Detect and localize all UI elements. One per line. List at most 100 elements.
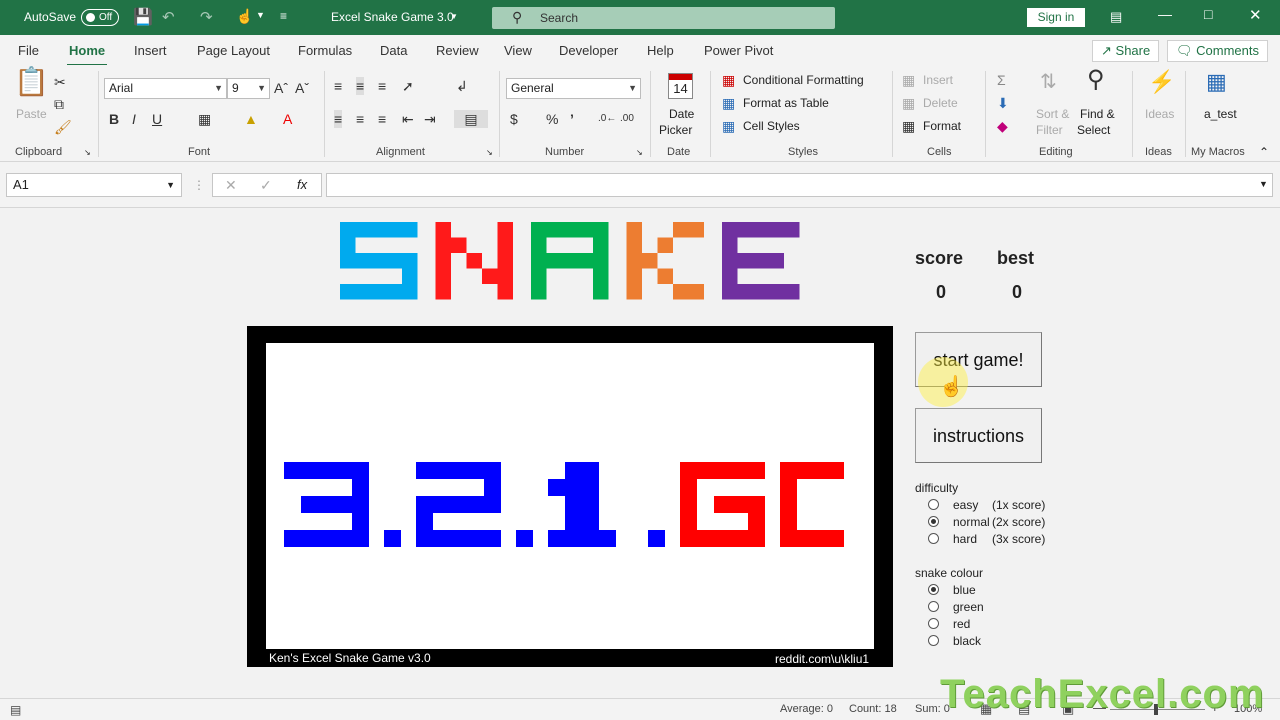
delete-cells-button[interactable]: Delete: [923, 96, 958, 110]
paste-icon[interactable]: 📋: [14, 68, 49, 96]
sort-filter-label[interactable]: Sort &: [1036, 107, 1069, 121]
autosum-icon[interactable]: Σ: [997, 71, 1006, 89]
cancel-icon[interactable]: ✕: [225, 177, 237, 194]
alignment-launcher-icon[interactable]: ↘: [486, 148, 493, 157]
chevron-down-icon[interactable]: ▼: [256, 10, 265, 20]
minimize-icon[interactable]: —: [1158, 6, 1172, 22]
wrap-text-icon[interactable]: ↲: [456, 77, 468, 95]
comments-button[interactable]: 🗨 Comments: [1167, 40, 1268, 62]
title-chevron-icon[interactable]: ▼: [450, 12, 458, 21]
increase-indent-icon[interactable]: ⇥: [424, 110, 436, 128]
format-painter-icon[interactable]: 🖌: [54, 118, 72, 136]
radio-normal[interactable]: [928, 516, 939, 527]
expand-formula-icon[interactable]: ▼: [1259, 179, 1268, 189]
italic-icon[interactable]: I: [132, 110, 136, 128]
touch-mode-icon[interactable]: ☝: [236, 8, 253, 25]
align-center-icon[interactable]: ≡: [356, 110, 364, 128]
name-box[interactable]: A1 ▼: [6, 173, 182, 197]
align-left-icon[interactable]: ≡: [334, 110, 343, 128]
maximize-icon[interactable]: □: [1204, 6, 1212, 22]
font-size-box[interactable]: 9 ▼: [227, 78, 270, 99]
underline-icon[interactable]: U: [152, 110, 162, 128]
clipboard-launcher-icon[interactable]: ↘: [84, 148, 91, 157]
tab-insert[interactable]: Insert: [134, 43, 167, 58]
clear-icon[interactable]: ◆: [997, 117, 1008, 135]
cell-styles-button[interactable]: Cell Styles: [743, 119, 800, 133]
copy-icon[interactable]: ⧉: [54, 95, 64, 113]
tab-developer[interactable]: Developer: [559, 43, 618, 58]
tab-home[interactable]: Home: [66, 43, 108, 67]
radio-hard[interactable]: [928, 533, 939, 544]
format-as-table-button[interactable]: Format as Table: [743, 96, 829, 110]
decrease-font-icon[interactable]: Aˇ: [295, 79, 309, 97]
redo-icon[interactable]: ↷: [200, 8, 213, 26]
insert-function-icon[interactable]: fx: [297, 177, 307, 192]
difficulty-easy[interactable]: easy: [953, 498, 978, 512]
increase-decimal-icon[interactable]: .0←: [598, 110, 616, 128]
calendar-icon[interactable]: 14: [668, 73, 693, 99]
font-color-icon[interactable]: A: [283, 110, 292, 128]
macro-record-icon[interactable]: ▤: [10, 703, 21, 717]
number-launcher-icon[interactable]: ↘: [636, 148, 643, 157]
currency-icon[interactable]: $: [510, 110, 518, 128]
radio-red[interactable]: [928, 618, 939, 629]
insert-cells-button[interactable]: Insert: [923, 73, 953, 87]
align-top-icon[interactable]: ≡: [334, 77, 342, 95]
bold-icon[interactable]: B: [109, 110, 119, 128]
comma-icon[interactable]: ’: [570, 110, 574, 128]
document-title[interactable]: Excel Snake Game 3.0: [331, 10, 454, 24]
enter-icon[interactable]: ✓: [260, 177, 272, 194]
cut-icon[interactable]: ✂: [54, 73, 66, 91]
ideas-button[interactable]: Ideas: [1145, 107, 1174, 121]
instructions-button[interactable]: instructions: [915, 408, 1042, 463]
find-select-label-2[interactable]: Select: [1077, 123, 1110, 137]
share-button[interactable]: ↗ Share: [1092, 40, 1160, 62]
insert-cells-icon[interactable]: ▦: [902, 71, 915, 89]
decrease-decimal-icon[interactable]: .00: [620, 110, 634, 128]
format-cells-icon[interactable]: ▦: [902, 117, 915, 135]
sign-in-button[interactable]: Sign in: [1027, 8, 1085, 27]
date-picker-label-2[interactable]: Picker: [659, 123, 692, 137]
ribbon-display-icon[interactable]: ▤: [1110, 9, 1122, 25]
tab-page-layout[interactable]: Page Layout: [197, 43, 270, 58]
difficulty-normal[interactable]: normal: [953, 515, 990, 529]
tab-data[interactable]: Data: [380, 43, 407, 58]
macro-icon[interactable]: ▦: [1206, 71, 1227, 93]
radio-blue[interactable]: [928, 584, 939, 595]
conditional-formatting-button[interactable]: Conditional Formatting: [743, 73, 864, 87]
colour-blue[interactable]: blue: [953, 583, 976, 597]
number-format-box[interactable]: General ▼: [506, 78, 641, 99]
conditional-formatting-icon[interactable]: ▦: [722, 71, 735, 89]
autosave-toggle[interactable]: Off: [81, 9, 119, 26]
close-icon[interactable]: ✕: [1249, 6, 1262, 24]
delete-cells-icon[interactable]: ▦: [902, 94, 915, 112]
macro-a-test-button[interactable]: a_test: [1204, 107, 1237, 121]
collapse-ribbon-icon[interactable]: ⌃: [1259, 145, 1269, 159]
font-name-box[interactable]: Arial ▼: [104, 78, 227, 99]
radio-black[interactable]: [928, 635, 939, 646]
radio-easy[interactable]: [928, 499, 939, 510]
decrease-indent-icon[interactable]: ⇤: [402, 110, 414, 128]
colour-red[interactable]: red: [953, 617, 970, 631]
tab-help[interactable]: Help: [647, 43, 674, 58]
date-picker-label[interactable]: Date: [669, 107, 694, 121]
align-right-icon[interactable]: ≡: [378, 110, 386, 128]
more-icon[interactable]: ⋮: [193, 178, 205, 192]
tab-formulas[interactable]: Formulas: [298, 43, 352, 58]
formula-input[interactable]: [326, 173, 1273, 197]
find-select-icon[interactable]: ⚲: [1087, 68, 1105, 92]
borders-icon[interactable]: ▦: [198, 110, 211, 128]
paste-label[interactable]: Paste: [16, 107, 47, 121]
find-select-label[interactable]: Find &: [1080, 107, 1115, 121]
ideas-icon[interactable]: ⚡: [1148, 71, 1175, 93]
fill-color-icon[interactable]: ▲: [244, 110, 258, 128]
colour-green[interactable]: green: [953, 600, 984, 614]
align-bottom-icon[interactable]: ≡: [378, 77, 386, 95]
tab-view[interactable]: View: [504, 43, 532, 58]
percent-icon[interactable]: %: [546, 110, 558, 128]
tab-power-pivot[interactable]: Power Pivot: [704, 43, 773, 58]
cell-styles-icon[interactable]: ▦: [722, 117, 735, 135]
undo-icon[interactable]: ↶: [162, 8, 175, 26]
tab-file[interactable]: File: [18, 43, 39, 58]
orientation-icon[interactable]: ➚: [402, 77, 414, 95]
